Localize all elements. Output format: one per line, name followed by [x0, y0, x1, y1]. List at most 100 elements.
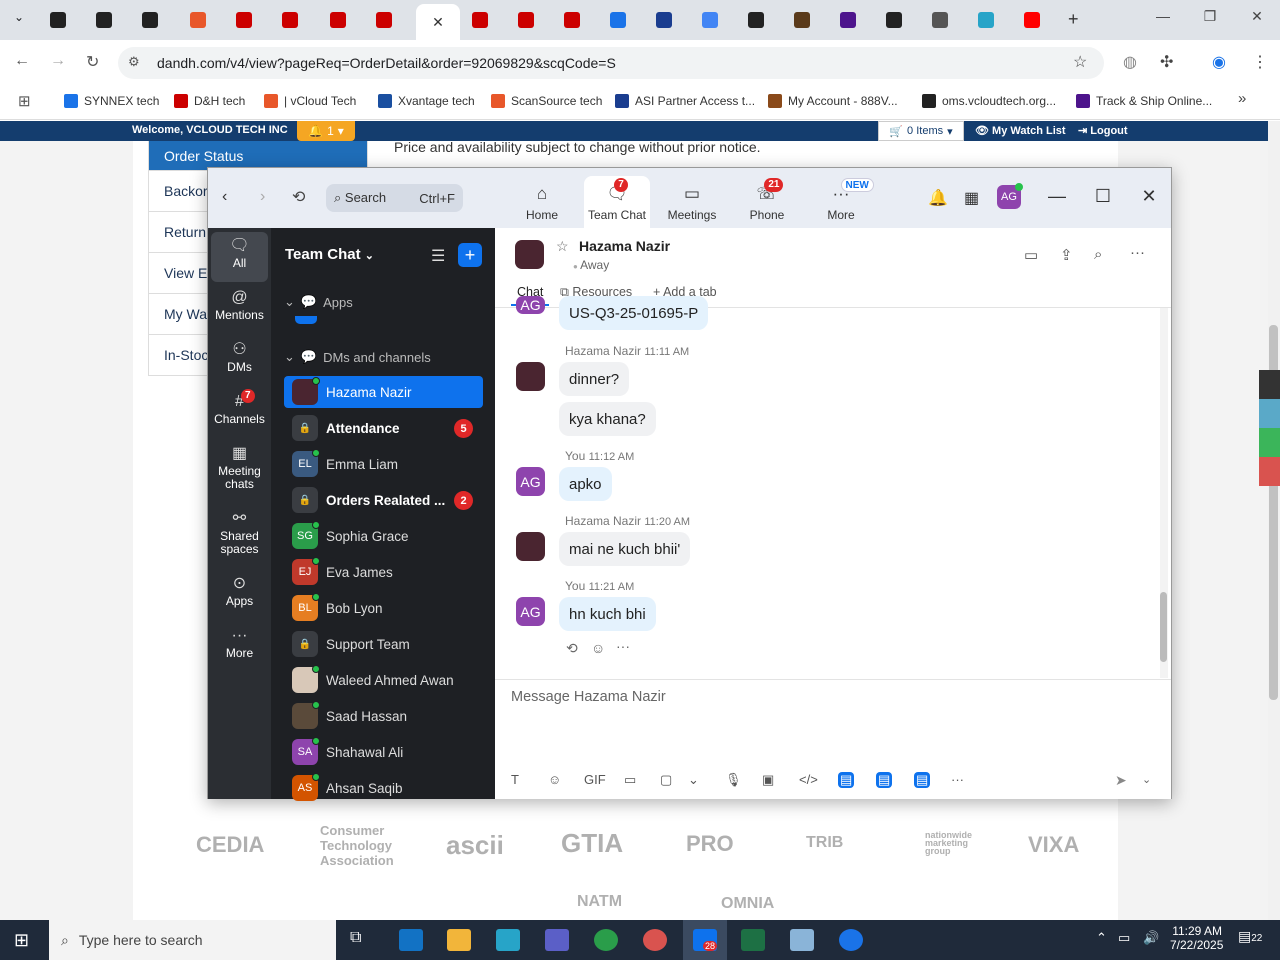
browser-tab[interactable]: [82, 6, 126, 34]
channel-row[interactable]: BL Bob Lyon: [284, 592, 483, 624]
close-icon[interactable]: ✕: [1137, 186, 1161, 207]
bookmark-item[interactable]: ScanSource tech: [491, 92, 602, 110]
code-icon[interactable]: </>: [799, 772, 818, 787]
nav-tab-phone[interactable]: ☏ 21 Phone: [734, 176, 800, 228]
browser-tab[interactable]: [458, 6, 502, 34]
nav-tab-team-chat[interactable]: 🗨 7 Team Chat: [584, 176, 650, 228]
search-icon[interactable]: ⌕: [1094, 246, 1102, 263]
restore-icon[interactable]: ❐: [1195, 8, 1225, 25]
star-icon[interactable]: ☆: [556, 238, 569, 255]
taskbar-clock[interactable]: 11:29 AM 7/22/2025: [1170, 924, 1223, 952]
back-icon[interactable]: ←: [14, 52, 30, 70]
profile-icon[interactable]: ◉: [1212, 52, 1226, 72]
browser-tab[interactable]: [268, 6, 312, 34]
alerts-button[interactable]: 🔔 1 ▾: [297, 121, 355, 141]
channel-row[interactable]: Hazama Nazir: [284, 376, 483, 408]
rail-apps[interactable]: ⊙ Apps: [208, 576, 271, 608]
close-tab-icon[interactable]: ✕: [432, 14, 444, 31]
message-bubble[interactable]: apko: [559, 467, 612, 501]
nav-tab-more[interactable]: ··· NEW More: [808, 176, 874, 228]
chat-contact-name[interactable]: Hazama Nazir: [579, 238, 670, 254]
browser-tab[interactable]: [642, 6, 686, 34]
channel-row[interactable]: Waleed Ahmed Awan: [284, 664, 483, 696]
side-tab[interactable]: [1259, 457, 1280, 486]
rail-dms[interactable]: ⚇ DMs: [208, 342, 271, 374]
zoom-search[interactable]: ⌕ Search Ctrl+F: [326, 184, 463, 212]
zoom-taskbar-icon[interactable]: 28: [693, 929, 717, 951]
message-input[interactable]: Message Hazama Nazir: [511, 689, 666, 705]
message-bubble[interactable]: dinner?: [559, 362, 630, 396]
app-icon[interactable]: [496, 929, 520, 951]
emoji-react-icon[interactable]: ☺: [591, 640, 605, 656]
browser-tab[interactable]: [222, 6, 266, 34]
notifications-icon[interactable]: ▤22: [1238, 928, 1262, 945]
channel-row[interactable]: Saad Hassan: [284, 700, 483, 732]
browser-tab[interactable]: ✕: [416, 4, 460, 40]
filter-icon[interactable]: ☰: [431, 246, 445, 266]
more-options-icon[interactable]: ···: [1130, 244, 1145, 261]
channel-row[interactable]: 🔒 Orders Realated ... 2: [284, 484, 483, 516]
apps-grid-icon[interactable]: ⊞: [18, 92, 31, 110]
chevron-down-icon[interactable]: ⌄: [688, 772, 699, 788]
screenshot-icon[interactable]: ▢: [660, 772, 672, 788]
bookmark-item[interactable]: My Account - 888V...: [768, 92, 898, 110]
message-avatar[interactable]: AG: [516, 467, 545, 496]
history-icon[interactable]: ⟲: [292, 187, 305, 207]
video-call-icon[interactable]: ▭: [1024, 246, 1038, 264]
message-avatar[interactable]: [516, 362, 545, 391]
new-chat-button[interactable]: +: [458, 243, 482, 267]
volume-icon[interactable]: 🔊: [1143, 930, 1159, 946]
app-icon[interactable]: ▤: [914, 772, 931, 788]
chrome-icon[interactable]: [594, 929, 618, 951]
channel-row[interactable]: EL Emma Liam: [284, 448, 483, 480]
bookmark-item[interactable]: ASI Partner Access t...: [615, 92, 755, 110]
rail-shared[interactable]: ⚯ Shared spaces: [208, 511, 271, 556]
browser-tab[interactable]: [176, 6, 220, 34]
channel-row[interactable]: 🔒 Attendance 5: [284, 412, 483, 444]
browser-tab[interactable]: [596, 6, 640, 34]
nav-tab-home[interactable]: ⌂ Home: [509, 176, 575, 228]
rail-meeting[interactable]: ▦ Meeting chats: [208, 446, 271, 491]
rail-more[interactable]: ··· More: [208, 628, 271, 660]
file-explorer-icon[interactable]: [447, 929, 471, 951]
message-avatar[interactable]: [516, 532, 545, 561]
browser-tab[interactable]: [36, 6, 80, 34]
maximize-icon[interactable]: ☐: [1091, 186, 1115, 207]
message-bubble[interactable]: mai ne kuch bhii': [559, 532, 691, 566]
browser-tab[interactable]: [128, 6, 172, 34]
message-bubble[interactable]: hn kuch bhi: [559, 597, 656, 631]
bookmark-item[interactable]: Track & Ship Online...: [1076, 92, 1212, 110]
format-text-icon[interactable]: T: [511, 772, 519, 787]
message-bubble[interactable]: US-Q3-25-01695-P: [559, 296, 709, 330]
channel-row[interactable]: SA Shahawal Ali: [284, 736, 483, 768]
message-bubble[interactable]: kya khana?: [559, 402, 656, 436]
cart-button[interactable]: 🛒 0 Items ▾: [878, 121, 964, 141]
channel-row[interactable]: AS Ahsan Saqib: [284, 772, 483, 804]
network-icon[interactable]: ▭: [1118, 930, 1130, 946]
more-icon[interactable]: ···: [951, 772, 964, 787]
taskbar-search[interactable]: ⌕ Type here to search: [49, 920, 336, 960]
bookmark-star-icon[interactable]: ☆: [1073, 52, 1087, 72]
contact-avatar[interactable]: [515, 240, 544, 269]
forward-icon[interactable]: →: [50, 52, 66, 70]
excel-icon[interactable]: [741, 929, 765, 951]
message-avatar[interactable]: AG: [516, 296, 545, 314]
tray-chevron-icon[interactable]: ⌃: [1096, 930, 1107, 946]
more-actions-icon[interactable]: ···: [616, 638, 630, 654]
app-icon[interactable]: [839, 929, 863, 951]
rail-mentions[interactable]: @ Mentions: [208, 290, 271, 322]
bookmark-item[interactable]: Xvantage tech: [378, 92, 475, 110]
app-icon[interactable]: ▤: [838, 772, 855, 788]
minimize-icon[interactable]: —: [1148, 8, 1178, 24]
chat-scrollbar-thumb[interactable]: [1160, 592, 1167, 662]
windows-start-icon[interactable]: ⊞: [14, 930, 29, 951]
share-screen-icon[interactable]: ⇪: [1060, 246, 1073, 264]
side-tab[interactable]: [1259, 428, 1280, 457]
browser-tab[interactable]: [780, 6, 824, 34]
bookmark-item[interactable]: oms.vcloudtech.org...: [922, 92, 1056, 110]
browser-tab[interactable]: [872, 6, 916, 34]
apps-section[interactable]: ⌄ 💬 Apps: [284, 294, 353, 310]
channel-row[interactable]: EJ Eva James: [284, 556, 483, 588]
reply-icon[interactable]: ⟲: [566, 640, 578, 657]
browser-tab[interactable]: [316, 6, 360, 34]
